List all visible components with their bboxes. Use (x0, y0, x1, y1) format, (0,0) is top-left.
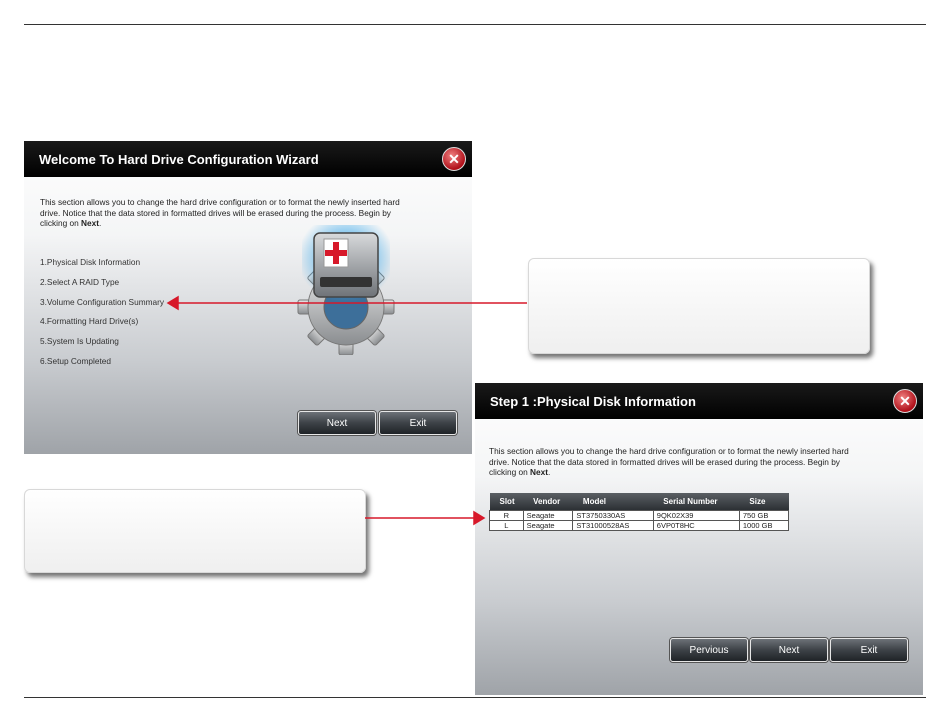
arrowhead-left (166, 295, 179, 311)
annotation-arrows (166, 295, 527, 526)
bottom-rule (24, 697, 926, 698)
arrowhead-right (473, 510, 486, 526)
